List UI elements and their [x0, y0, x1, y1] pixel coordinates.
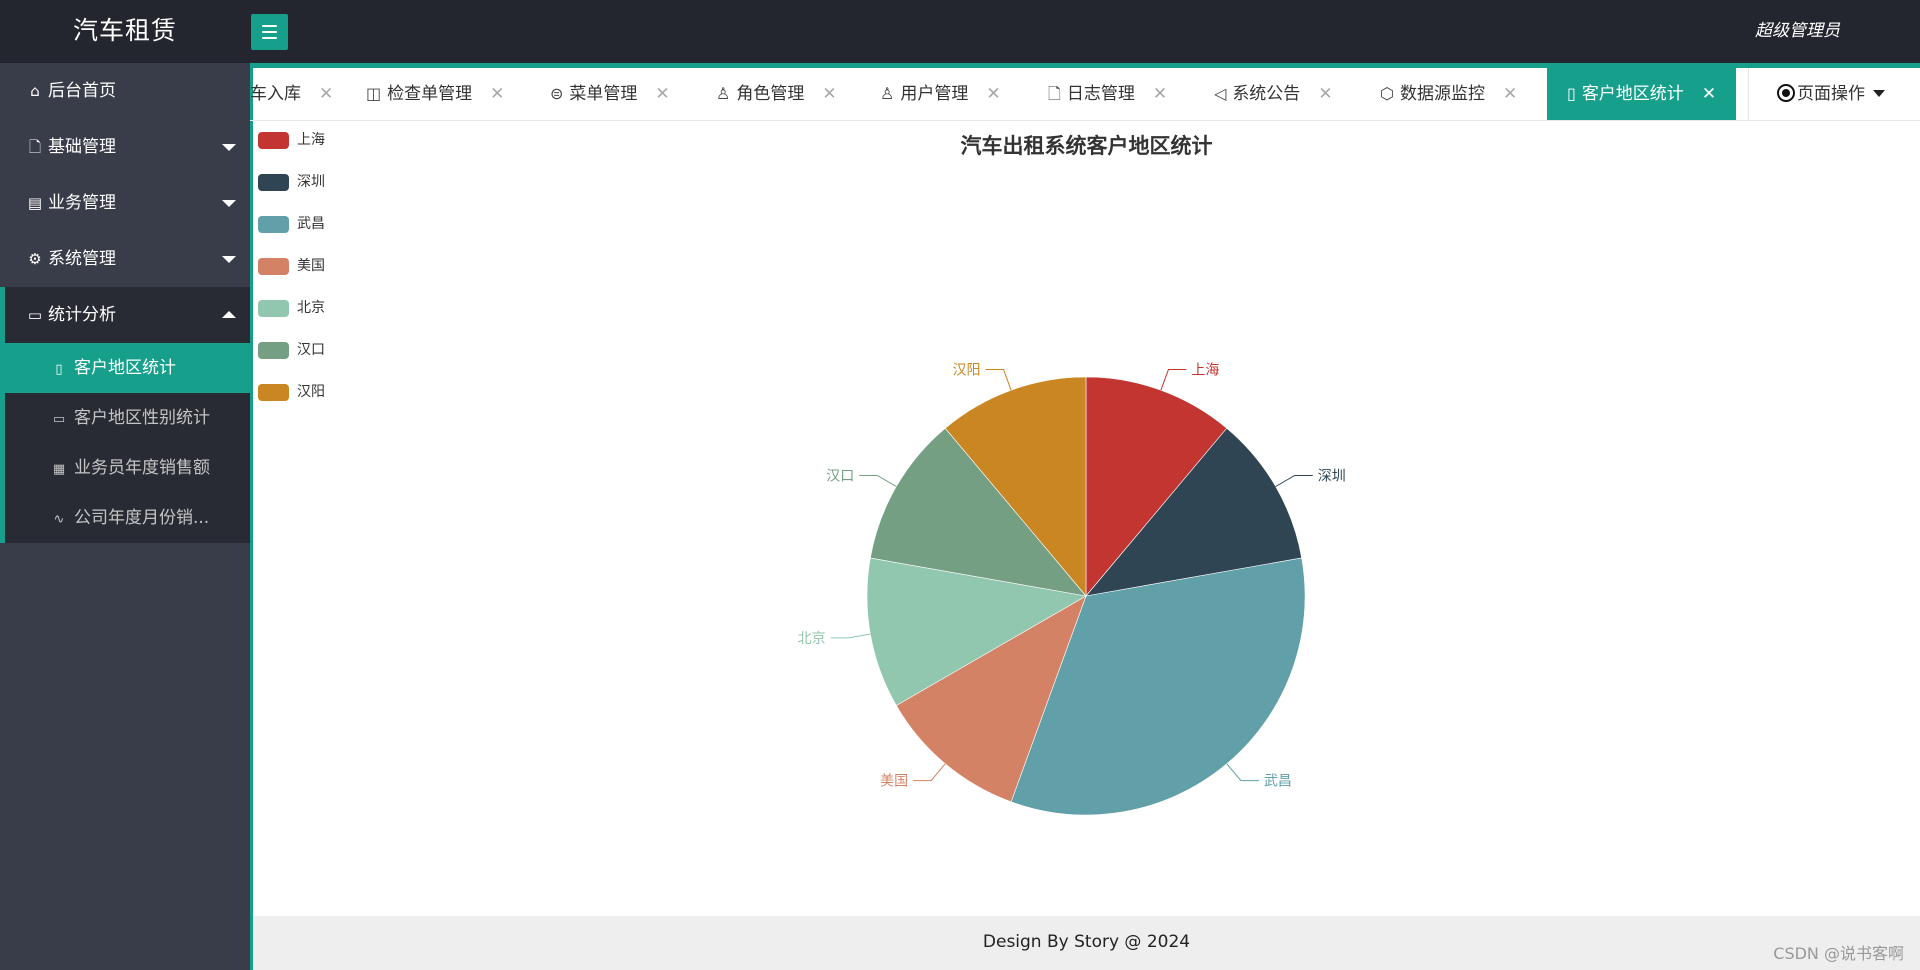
legend-label: 深圳	[297, 174, 325, 190]
pie-slice-label: 美国	[880, 774, 908, 790]
chart-legend: 上海 深圳 武昌 美国 北京 汉口 汉阳	[258, 130, 325, 424]
legend-label: 美国	[297, 258, 325, 274]
legend-item[interactable]: 美国	[258, 256, 325, 298]
legend-swatch	[258, 342, 289, 359]
legend-label: 汉口	[297, 342, 325, 358]
legend-item[interactable]: 深圳	[258, 172, 325, 214]
legend-swatch	[258, 174, 289, 191]
watermark: CSDN @说书客啊	[1773, 944, 1904, 963]
page-footer: Design By Story @ 2024	[253, 916, 1920, 970]
pie-label-line	[830, 633, 871, 639]
pie-slice-label: 北京	[798, 631, 826, 647]
legend-swatch	[258, 258, 289, 275]
legend-swatch	[258, 132, 289, 149]
pie-slices	[866, 376, 1306, 816]
legend-item[interactable]: 汉口	[258, 340, 325, 382]
legend-label: 汉阳	[297, 384, 325, 400]
legend-swatch	[258, 216, 289, 233]
legend-swatch	[258, 384, 289, 401]
legend-label: 北京	[297, 300, 325, 316]
legend-item[interactable]: 上海	[258, 130, 325, 172]
legend-item[interactable]: 北京	[258, 298, 325, 340]
legend-swatch	[258, 300, 289, 317]
pie-slice-label: 汉口	[826, 469, 854, 485]
legend-label: 上海	[297, 132, 325, 148]
legend-item[interactable]: 武昌	[258, 214, 325, 256]
pie-label-line	[1275, 475, 1313, 487]
pie-slice-label: 深圳	[1318, 469, 1346, 485]
legend-label: 武昌	[297, 216, 325, 232]
pie-slice-label: 武昌	[1264, 774, 1292, 790]
pie-label-line	[985, 369, 1012, 391]
pie-label-line	[859, 475, 897, 487]
legend-item[interactable]: 汉阳	[258, 382, 325, 424]
chart-title: 汽车出租系统客户地区统计	[960, 134, 1213, 158]
pie-label-line	[1226, 763, 1259, 782]
pie-label-line	[1160, 369, 1187, 391]
pie-label-line	[913, 763, 946, 782]
pie-slice-label: 汉阳	[953, 363, 981, 379]
pie-slice-label: 上海	[1191, 363, 1219, 379]
